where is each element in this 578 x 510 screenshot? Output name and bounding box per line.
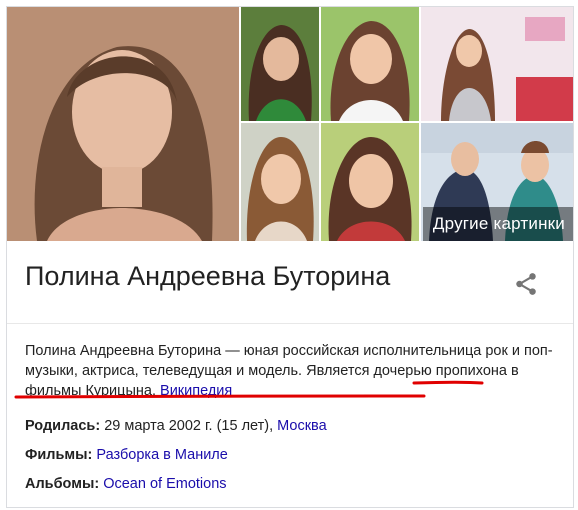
description: Полина Андреевна Буторина — юная российс… bbox=[25, 341, 555, 401]
birthplace-link[interactable]: Москва bbox=[277, 418, 327, 434]
wikipedia-link[interactable]: Википедия bbox=[160, 383, 232, 399]
fact-born-value: 29 марта 2002 г. (15 лет), bbox=[104, 418, 274, 434]
main-photo[interactable] bbox=[7, 7, 239, 241]
portrait-image bbox=[7, 7, 239, 241]
fact-films-label: Фильмы: bbox=[25, 447, 93, 463]
photo-4[interactable] bbox=[321, 7, 419, 121]
album-link[interactable]: Ocean of Emotions bbox=[103, 476, 226, 492]
photo-4-image bbox=[321, 7, 419, 121]
photo-3-image bbox=[241, 123, 319, 241]
fact-born: Родилась: 29 марта 2002 г. (15 лет), Мос… bbox=[25, 416, 555, 445]
facts-list: Родилась: 29 марта 2002 г. (15 лет), Мос… bbox=[25, 416, 555, 503]
photo-6[interactable] bbox=[421, 7, 573, 121]
fact-albums-label: Альбомы: bbox=[25, 476, 100, 492]
share-icon[interactable] bbox=[513, 271, 539, 297]
description-text: Полина Андреевна Буторина — юная российс… bbox=[25, 343, 553, 399]
entity-title: Полина Андреевна Буторина bbox=[25, 261, 391, 291]
fact-born-label: Родилась: bbox=[25, 418, 101, 434]
image-gallery: Другие картинки bbox=[7, 7, 573, 241]
fact-films: Фильмы: Разборка в Маниле bbox=[25, 445, 555, 474]
knowledge-panel: Другие картинки Полина Андреевна Буторин… bbox=[6, 6, 574, 508]
photo-6-image bbox=[421, 7, 573, 121]
photo-2[interactable] bbox=[241, 7, 319, 121]
title-section: Полина Андреевна Буторина bbox=[7, 241, 573, 324]
photo-5-image bbox=[321, 123, 419, 241]
more-images-button[interactable]: Другие картинки bbox=[422, 207, 573, 241]
fact-albums: Альбомы: Ocean of Emotions bbox=[25, 474, 555, 503]
photo-3[interactable] bbox=[241, 123, 319, 241]
photo-2-image bbox=[241, 7, 319, 121]
photo-5[interactable] bbox=[321, 123, 419, 241]
film-link[interactable]: Разборка в Маниле bbox=[96, 447, 227, 463]
